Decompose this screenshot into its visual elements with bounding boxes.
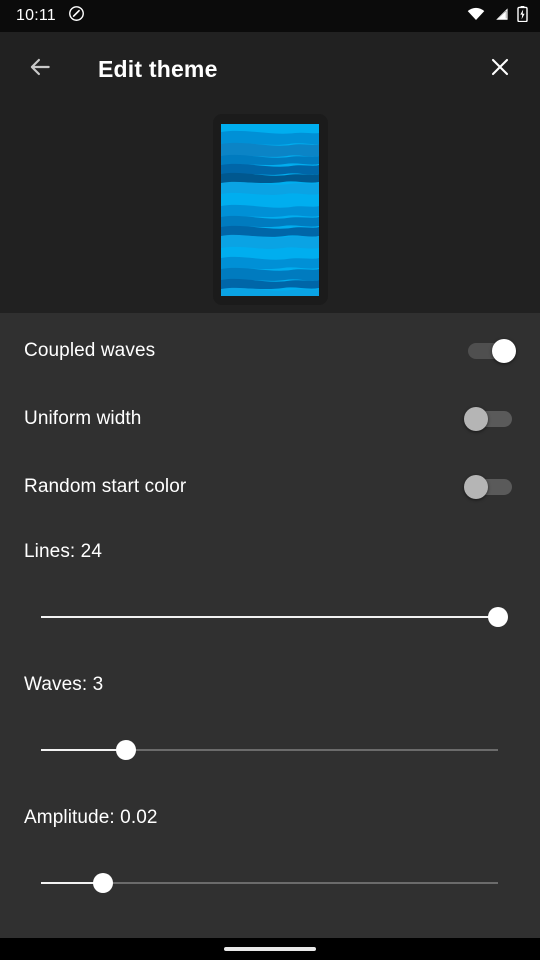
slider-label-lines: Lines: 24 bbox=[24, 541, 103, 562]
gesture-pill[interactable] bbox=[224, 947, 316, 951]
theme-preview[interactable] bbox=[221, 123, 319, 296]
slider-group-amplitude: Amplitude: 0.02 bbox=[0, 807, 540, 893]
slider-label-waves: Waves: 3 bbox=[24, 674, 104, 695]
do-not-disturb-icon bbox=[68, 5, 85, 27]
status-bar-system-icons bbox=[467, 5, 528, 27]
setting-row-uniform-width[interactable]: Uniform width bbox=[0, 394, 540, 444]
toggle-random-start-color[interactable] bbox=[464, 474, 516, 500]
slider-label-amplitude: Amplitude: 0.02 bbox=[24, 807, 158, 828]
page-title: Edit theme bbox=[98, 55, 218, 82]
toggle-thumb bbox=[464, 407, 488, 431]
toggle-thumb bbox=[464, 475, 488, 499]
close-icon bbox=[488, 55, 512, 84]
setting-label: Uniform width bbox=[24, 408, 142, 429]
slider-thumb[interactable] bbox=[116, 740, 136, 760]
slider-lines[interactable] bbox=[41, 607, 508, 627]
app-screen: 10:11 Edit theme Coupled waves Uniform w… bbox=[0, 0, 540, 960]
status-bar-clock: 10:11 bbox=[16, 7, 56, 24]
status-bar: 10:11 bbox=[0, 0, 540, 32]
battery-charging-icon bbox=[517, 5, 528, 27]
slider-waves[interactable] bbox=[41, 740, 498, 760]
slider-group-lines: Lines: 24 bbox=[0, 541, 540, 627]
app-bar: Edit theme bbox=[0, 32, 540, 106]
slider-fill bbox=[41, 749, 126, 751]
wifi-icon bbox=[467, 7, 485, 26]
slider-fill bbox=[41, 616, 498, 618]
slider-group-waves: Waves: 3 bbox=[0, 674, 540, 760]
close-button[interactable] bbox=[480, 49, 520, 89]
setting-label: Random start color bbox=[24, 476, 187, 497]
toggle-thumb bbox=[492, 339, 516, 363]
preview-area bbox=[0, 106, 540, 313]
system-navigation-bar bbox=[0, 938, 540, 960]
toggle-coupled-waves[interactable] bbox=[464, 338, 516, 364]
phone-frame bbox=[212, 114, 328, 305]
status-bar-notification-icons bbox=[68, 5, 85, 27]
setting-row-random-start-color[interactable]: Random start color bbox=[0, 462, 540, 512]
cellular-signal-icon bbox=[493, 7, 509, 26]
setting-row-coupled-waves[interactable]: Coupled waves bbox=[0, 326, 540, 376]
back-button[interactable] bbox=[20, 49, 60, 89]
slider-thumb[interactable] bbox=[488, 607, 508, 627]
setting-label: Coupled waves bbox=[24, 340, 156, 361]
slider-thumb[interactable] bbox=[93, 873, 114, 893]
slider-amplitude[interactable] bbox=[41, 873, 498, 893]
arrow-back-icon bbox=[27, 54, 53, 85]
toggle-uniform-width[interactable] bbox=[464, 406, 516, 432]
settings-panel: Coupled waves Uniform width Random start… bbox=[0, 313, 540, 938]
